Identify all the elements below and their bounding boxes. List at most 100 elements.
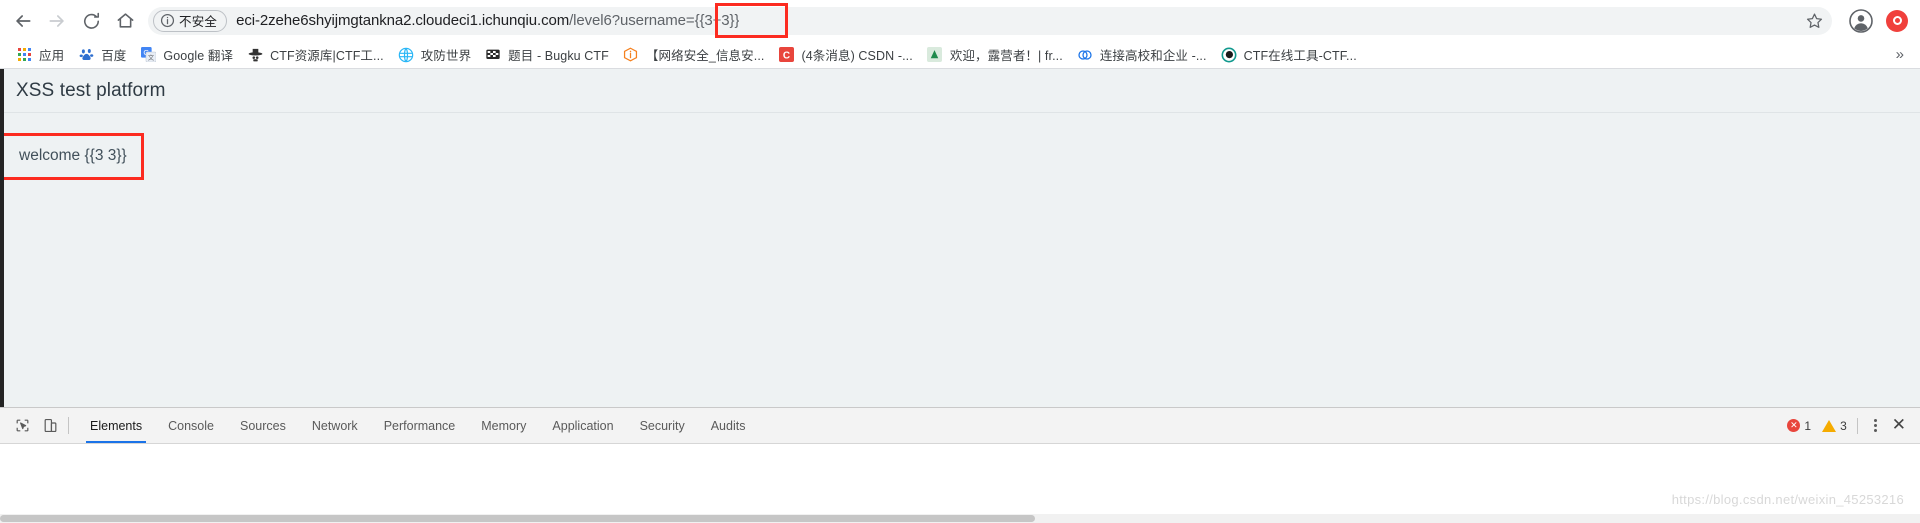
bookmark-label: (4条消息) CSDN -...	[801, 49, 913, 63]
bookmark-item-ctf-resource[interactable]: CTF资源库|CTF工...	[241, 42, 392, 67]
link-rings-icon	[1077, 47, 1093, 63]
devtools-panel: Elements Console Sources Network Perform…	[0, 407, 1920, 523]
bookmark-item-ctf-tools[interactable]: CTF在线工具-CTF...	[1215, 42, 1365, 67]
inspect-element-icon[interactable]	[8, 413, 36, 439]
url-host: eci-2zehe6shyijmgtankna2.cloudeci1.ichun…	[236, 12, 570, 29]
tab-label: Memory	[481, 418, 527, 433]
camper-icon	[927, 47, 943, 63]
security-status-chip[interactable]: 不安全	[153, 9, 228, 32]
tab-audits[interactable]: Audits	[698, 408, 759, 443]
devtools-toolbar-right: ✕ 1 3 ✕	[1787, 416, 1920, 435]
url-text[interactable]: eci-2zehe6shyijmgtankna2.cloudeci1.ichun…	[236, 12, 739, 29]
baidu-paw-icon	[78, 47, 94, 63]
bookmark-item-xctf[interactable]: 攻防世界	[392, 42, 479, 67]
bookmarks-overflow-button[interactable]: »	[1888, 46, 1912, 63]
tab-elements[interactable]: Elements	[77, 408, 155, 443]
bookmark-item-baidu[interactable]: 百度	[72, 42, 134, 67]
toolbar-divider	[68, 417, 69, 434]
device-toolbar-icon[interactable]	[36, 413, 64, 439]
bookmark-apps[interactable]: 应用	[10, 42, 72, 67]
extension-button[interactable]	[1884, 8, 1910, 34]
bookmark-label: Google 翻译	[163, 49, 234, 63]
bookmark-apps-label: 应用	[39, 49, 65, 63]
info-circle-icon	[160, 13, 175, 28]
close-icon[interactable]: ✕	[1886, 416, 1912, 435]
watermark-text: https://blog.csdn.net/weixin_45253216	[1671, 492, 1904, 507]
profile-avatar-button[interactable]	[1846, 6, 1876, 36]
svg-text:C: C	[783, 50, 790, 61]
ichunqiu-icon	[623, 47, 639, 63]
kebab-menu-icon[interactable]	[1868, 419, 1883, 432]
error-count-badge[interactable]: ✕ 1	[1787, 419, 1811, 433]
tab-label: Audits	[710, 418, 746, 433]
devtools-toolbar: Elements Console Sources Network Perform…	[0, 408, 1920, 444]
tab-network[interactable]: Network	[299, 408, 371, 443]
bookmark-item-csdn[interactable]: C (4条消息) CSDN -...	[772, 42, 920, 67]
bookmark-label: 攻防世界	[420, 49, 472, 63]
bookmark-item-freecodecamp[interactable]: 欢迎，露营者！| fr...	[921, 42, 1071, 67]
warning-icon	[1822, 419, 1837, 432]
arrow-right-icon	[49, 14, 64, 27]
tab-label: Application	[552, 418, 614, 433]
tab-label: Elements	[90, 418, 143, 433]
url-payload: {{3+3}}	[694, 12, 740, 29]
forward-button[interactable]	[40, 4, 74, 38]
security-status-label: 不安全	[179, 15, 218, 29]
csdn-icon: C	[778, 47, 794, 63]
bookmark-label: 百度	[101, 49, 127, 63]
tab-memory[interactable]: Memory	[468, 408, 539, 443]
tab-application[interactable]: Application	[539, 408, 626, 443]
bookmark-item-google-translate[interactable]: G文 Google 翻译	[134, 42, 241, 67]
ctf-tools-icon	[1221, 47, 1237, 63]
page-title: XSS test platform	[16, 79, 166, 101]
devtools-horizontal-scrollbar[interactable]	[0, 514, 1920, 523]
welcome-message: welcome {{3 3}}	[19, 147, 127, 164]
error-count-label: 1	[1804, 418, 1812, 433]
home-icon	[117, 13, 133, 28]
url-path: /level6?username=	[569, 12, 695, 29]
reload-button[interactable]	[74, 4, 108, 38]
tab-performance[interactable]: Performance	[371, 408, 469, 443]
tab-label: Performance	[383, 418, 456, 433]
devtools-dock-edge	[0, 69, 4, 407]
bookmark-item-ichunqiu[interactable]: 【网络安全_信息安...	[617, 42, 773, 67]
xctf-globe-icon	[398, 47, 414, 63]
devtools-content	[0, 444, 1920, 523]
bookmark-label: CTF资源库|CTF工...	[270, 49, 384, 63]
browser-toolbar: 不安全 eci-2zehe6shyijmgtankna2.cloudeci1.i…	[0, 0, 1920, 41]
tab-label: Console	[168, 418, 214, 433]
address-bar[interactable]: 不安全 eci-2zehe6shyijmgtankna2.cloudeci1.i…	[148, 6, 1832, 35]
bookmark-label: 连接高校和企业 -...	[1099, 49, 1207, 63]
scrollbar-thumb[interactable]	[0, 515, 1035, 522]
google-translate-icon: G文	[140, 47, 156, 63]
page-header: XSS test platform	[0, 69, 1920, 113]
bookmark-star-icon[interactable]	[1802, 9, 1826, 33]
extension-icon	[1886, 9, 1908, 32]
tab-security[interactable]: Security	[627, 408, 698, 443]
warning-count-label: 3	[1840, 418, 1847, 433]
bookmark-label: CTF在线工具-CTF...	[1243, 49, 1357, 63]
bookmarks-bar: 应用 百度 G文 Google 翻译 CTF资源库|CTF工... 攻防世界	[0, 41, 1920, 69]
page-content: welcome {{3 3}}	[0, 113, 1920, 180]
omnibox-actions	[1802, 9, 1826, 33]
tab-label: Sources	[239, 418, 286, 433]
toolbar-divider	[1856, 417, 1858, 434]
bookmark-item-campus-enterprise[interactable]: 连接高校和企业 -...	[1071, 42, 1215, 67]
tab-label: Security	[639, 418, 685, 433]
checkered-flag-icon	[485, 47, 501, 63]
warning-count-badge[interactable]: 3	[1822, 419, 1847, 433]
bookmark-label: 题目 - Bugku CTF	[508, 49, 609, 63]
detective-hat-icon	[247, 47, 263, 63]
bookmark-label: 欢迎，露营者！| fr...	[949, 49, 1063, 63]
bookmark-item-bugku[interactable]: 题目 - Bugku CTF	[479, 42, 617, 67]
back-button[interactable]	[6, 4, 40, 38]
tab-console[interactable]: Console	[155, 408, 227, 443]
browser-window: 不安全 eci-2zehe6shyijmgtankna2.cloudeci1.i…	[0, 0, 1920, 523]
welcome-annotation-box: welcome {{3 3}}	[0, 133, 144, 180]
devtools-tabs: Elements Console Sources Network Perform…	[77, 408, 758, 443]
tab-label: Network	[311, 418, 358, 433]
error-icon: ✕	[1787, 419, 1801, 432]
tab-sources[interactable]: Sources	[227, 408, 299, 443]
reload-icon	[83, 12, 99, 29]
home-button[interactable]	[108, 4, 142, 38]
